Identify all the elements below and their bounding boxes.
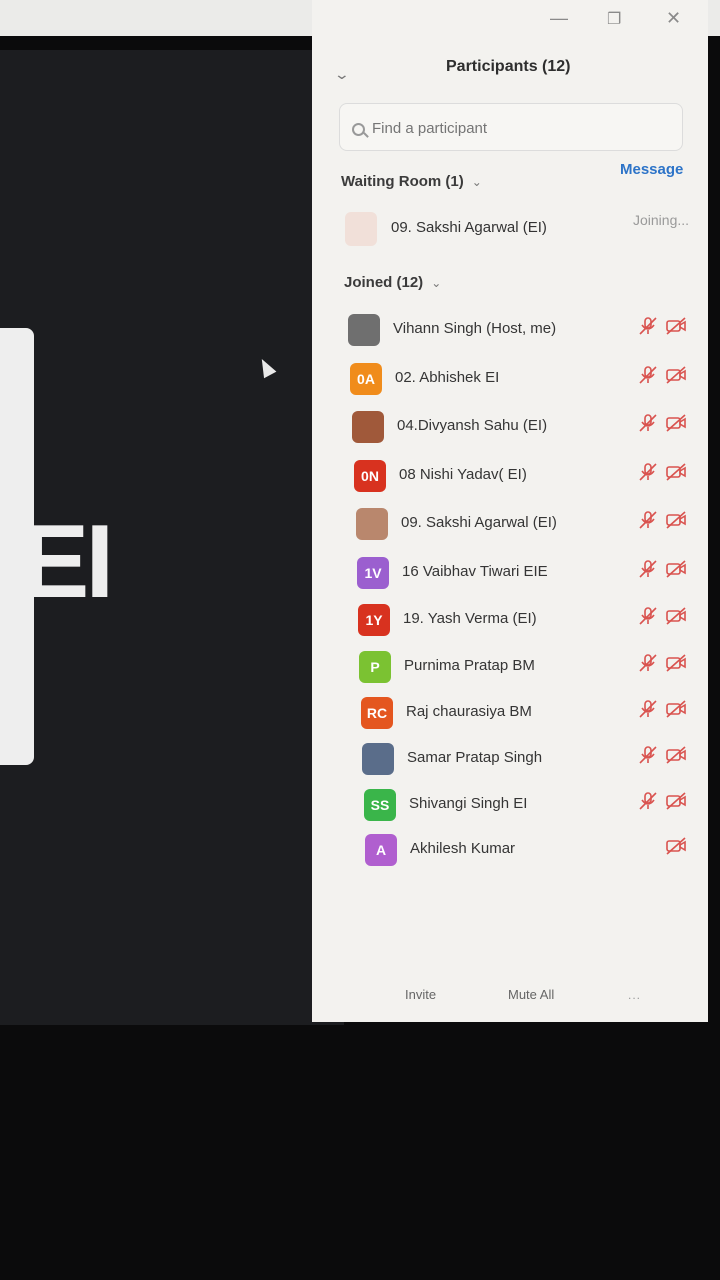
- close-icon[interactable]: ✕: [666, 8, 681, 29]
- video-off-icon[interactable]: [665, 699, 687, 719]
- avatar: P: [359, 651, 391, 683]
- participant-name: 04.Divyansh Sahu (EI): [397, 417, 548, 434]
- participant-name: Vihann Singh (Host, me): [393, 320, 557, 337]
- avatar: A: [365, 834, 397, 866]
- video-off-icon[interactable]: [665, 791, 687, 811]
- video-off-icon[interactable]: [665, 606, 687, 626]
- participant-name: Raj chaurasiya BM: [406, 703, 532, 720]
- participant-name: 19. Yash Verma (EI): [403, 610, 537, 627]
- more-button[interactable]: ...: [628, 988, 641, 1002]
- panel-title: Participants (12): [446, 58, 571, 75]
- chevron-down-icon: ⌄: [431, 276, 442, 290]
- restore-icon[interactable]: ❐: [607, 9, 621, 29]
- avatar: [348, 314, 380, 346]
- video-off-icon[interactable]: [665, 559, 687, 579]
- muted-mic-icon[interactable]: [637, 791, 659, 811]
- avatar: [352, 411, 384, 443]
- video-off-icon[interactable]: [665, 836, 687, 856]
- video-off-icon[interactable]: [665, 510, 687, 530]
- mute-all-button[interactable]: Mute All: [508, 987, 554, 1002]
- waiting-participant-name: 09. Sakshi Agarwal (EI): [391, 219, 547, 236]
- participant-name: 16 Vaibhav Tiwari EIE: [402, 563, 548, 580]
- waiting-room-label: Waiting Room (1): [341, 173, 464, 190]
- muted-mic-icon[interactable]: [637, 699, 659, 719]
- participant-name: Akhilesh Kumar: [410, 840, 516, 857]
- avatar: 1Y: [358, 604, 390, 636]
- muted-mic-icon[interactable]: [637, 413, 659, 433]
- avatar: [345, 212, 377, 246]
- participant-name: Samar Pratap Singh: [407, 749, 543, 766]
- waiting-room-header[interactable]: Waiting Room (1) ⌄: [341, 173, 482, 190]
- participant-name: 02. Abhishek EI: [395, 369, 500, 386]
- muted-mic-icon[interactable]: [637, 559, 659, 579]
- video-off-icon[interactable]: [665, 365, 687, 385]
- invite-button[interactable]: Invite: [405, 987, 436, 1002]
- joined-header[interactable]: Joined (12) ⌄: [344, 274, 441, 291]
- video-off-icon[interactable]: [665, 462, 687, 482]
- muted-mic-icon[interactable]: [637, 462, 659, 482]
- avatar: RC: [361, 697, 393, 729]
- avatar: SS: [364, 789, 396, 821]
- chevron-down-icon: ⌄: [471, 175, 482, 189]
- muted-mic-icon[interactable]: [637, 606, 659, 626]
- muted-mic-icon[interactable]: [637, 745, 659, 765]
- muted-mic-icon[interactable]: [637, 365, 659, 385]
- muted-mic-icon[interactable]: [637, 316, 659, 336]
- participant-name: 08 Nishi Yadav( EI): [399, 466, 527, 483]
- search-icon: [352, 123, 365, 136]
- video-off-icon[interactable]: [665, 413, 687, 433]
- video-off-icon[interactable]: [665, 653, 687, 673]
- avatar: 0A: [350, 363, 382, 395]
- collapse-chevron-icon[interactable]: ⌄: [334, 66, 350, 83]
- message-button[interactable]: Message: [620, 161, 683, 178]
- minimize-icon[interactable]: —: [550, 8, 568, 29]
- shared-screen-text: EI: [20, 504, 114, 620]
- avatar: 0N: [354, 460, 386, 492]
- avatar: 1V: [357, 557, 389, 589]
- joining-status: Joining...: [633, 212, 690, 228]
- avatar: [362, 743, 394, 775]
- video-off-icon[interactable]: [665, 316, 687, 336]
- muted-mic-icon[interactable]: [637, 510, 659, 530]
- search-input[interactable]: [372, 120, 672, 137]
- participant-name: Purnima Pratap BM: [404, 657, 535, 674]
- participant-name: 09. Sakshi Agarwal (EI): [401, 514, 557, 531]
- video-off-icon[interactable]: [665, 745, 687, 765]
- muted-mic-icon[interactable]: [637, 653, 659, 673]
- joined-label: Joined (12): [344, 274, 424, 291]
- participant-name: Shivangi Singh EI: [409, 795, 528, 812]
- avatar: [356, 508, 388, 540]
